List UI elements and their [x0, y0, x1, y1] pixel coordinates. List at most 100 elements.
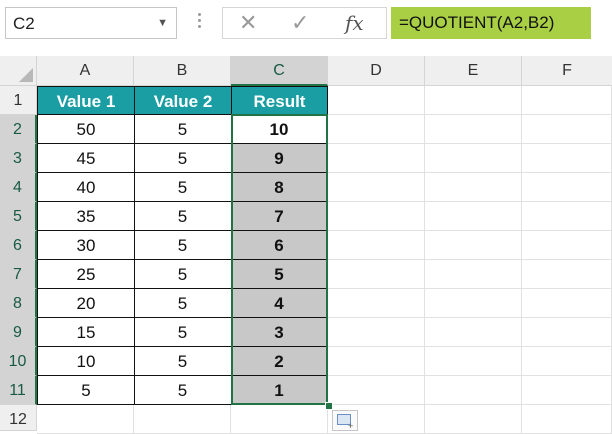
table-cell[interactable]: 5 — [134, 376, 232, 405]
column-header-f[interactable]: F — [522, 56, 612, 86]
empty-cell[interactable] — [522, 144, 612, 173]
empty-cell[interactable] — [522, 202, 612, 231]
quick-analysis-button[interactable]: + — [332, 410, 358, 431]
table-cell[interactable]: 5 — [134, 173, 232, 202]
empty-cell[interactable] — [328, 86, 425, 115]
table-cell[interactable]: 4 — [231, 289, 328, 318]
empty-cell[interactable] — [522, 347, 612, 376]
table-cell[interactable]: 45 — [37, 144, 135, 173]
select-all-button[interactable] — [0, 56, 37, 86]
empty-cell[interactable] — [328, 231, 425, 260]
empty-cell[interactable] — [37, 405, 134, 434]
chevron-down-icon[interactable]: ▼ — [157, 17, 168, 29]
table-cell[interactable]: 35 — [37, 202, 135, 231]
name-box[interactable]: C2 ▼ — [5, 7, 177, 39]
table-cell[interactable]: 5 — [134, 202, 232, 231]
empty-cell[interactable] — [425, 289, 522, 318]
empty-cell[interactable] — [328, 115, 425, 144]
table-cell[interactable]: 1 — [231, 376, 328, 405]
empty-cell[interactable] — [522, 289, 612, 318]
empty-cell[interactable] — [522, 318, 612, 347]
table-cell[interactable]: 5 — [134, 231, 232, 260]
row-header-9[interactable]: 9 — [0, 318, 37, 347]
table-cell[interactable]: 20 — [37, 289, 135, 318]
column-header-a[interactable]: A — [37, 56, 134, 86]
header-cell-value-2[interactable]: Value 2 — [134, 86, 232, 115]
row-header-5[interactable]: 5 — [0, 202, 37, 231]
empty-cell[interactable] — [522, 231, 612, 260]
row-header-10[interactable]: 10 — [0, 347, 37, 376]
empty-cell[interactable] — [425, 318, 522, 347]
row-header-11[interactable]: 11 — [0, 376, 37, 405]
table-cell[interactable]: 10 — [231, 115, 328, 144]
table-cell[interactable]: 10 — [37, 347, 135, 376]
table-cell[interactable]: 2 — [231, 347, 328, 376]
table-cell[interactable]: 5 — [134, 115, 232, 144]
empty-cell[interactable] — [328, 376, 425, 405]
empty-cell[interactable] — [522, 260, 612, 289]
empty-cell[interactable] — [328, 173, 425, 202]
header-cell-result[interactable]: Result — [231, 86, 328, 115]
table-cell[interactable]: 5 — [134, 260, 232, 289]
empty-cell[interactable] — [328, 260, 425, 289]
row-header-1[interactable]: 1 — [0, 86, 37, 115]
empty-cell[interactable] — [328, 347, 425, 376]
column-header-d[interactable]: D — [328, 56, 425, 86]
drag-handle-icon[interactable] — [196, 10, 202, 34]
table-cell[interactable]: 3 — [231, 318, 328, 347]
column-header-e[interactable]: E — [425, 56, 522, 86]
table-cell[interactable]: 5 — [134, 289, 232, 318]
formula-input[interactable]: =QUOTIENT(A2,B2) — [391, 7, 591, 39]
close-icon[interactable]: ✕ — [239, 10, 257, 36]
check-icon[interactable]: ✓ — [291, 10, 309, 36]
table-cell[interactable]: 50 — [37, 115, 135, 144]
table-cell[interactable]: 40 — [37, 173, 135, 202]
name-box-value: C2 — [13, 14, 35, 33]
empty-cell[interactable] — [425, 86, 522, 115]
table-cell[interactable]: 5 — [134, 144, 232, 173]
empty-cell[interactable] — [522, 376, 612, 405]
empty-cell[interactable] — [425, 202, 522, 231]
empty-cell[interactable] — [522, 86, 612, 115]
empty-cell[interactable] — [425, 173, 522, 202]
table-cell[interactable]: 5 — [134, 318, 232, 347]
empty-cell[interactable] — [231, 405, 328, 434]
empty-cell[interactable] — [522, 115, 612, 144]
row-header-12[interactable]: 12 — [0, 405, 37, 431]
row-header-6[interactable]: 6 — [0, 231, 37, 260]
table-cell[interactable]: 15 — [37, 318, 135, 347]
table-cell[interactable]: 5 — [134, 347, 232, 376]
row-header-2[interactable]: 2 — [0, 115, 37, 144]
table-cell[interactable]: 7 — [231, 202, 328, 231]
empty-cell[interactable] — [425, 115, 522, 144]
empty-cell[interactable] — [328, 289, 425, 318]
table-cell[interactable]: 9 — [231, 144, 328, 173]
table-cell[interactable]: 5 — [231, 260, 328, 289]
empty-cell[interactable] — [328, 144, 425, 173]
table-cell[interactable]: 30 — [37, 231, 135, 260]
row-header-8[interactable]: 8 — [0, 289, 37, 318]
row-header-3[interactable]: 3 — [0, 144, 37, 173]
insert-function-button[interactable]: fx — [345, 10, 364, 36]
table-cell[interactable]: 5 — [37, 376, 135, 405]
empty-cell[interactable] — [328, 318, 425, 347]
column-header-b[interactable]: B — [134, 56, 231, 86]
empty-cell[interactable] — [522, 405, 612, 434]
column-header-c[interactable]: C — [231, 56, 328, 86]
table-cell[interactable]: 6 — [231, 231, 328, 260]
empty-cell[interactable] — [425, 144, 522, 173]
empty-cell[interactable] — [522, 173, 612, 202]
table-cell[interactable]: 25 — [37, 260, 135, 289]
empty-cell[interactable] — [425, 260, 522, 289]
header-cell-value-1[interactable]: Value 1 — [37, 86, 135, 115]
row-header-4[interactable]: 4 — [0, 173, 37, 202]
empty-cell[interactable] — [425, 376, 522, 405]
empty-cell[interactable] — [425, 347, 522, 376]
empty-cell[interactable] — [425, 405, 522, 434]
row-header-7[interactable]: 7 — [0, 260, 37, 289]
table-cell[interactable]: 8 — [231, 173, 328, 202]
fill-handle[interactable] — [325, 402, 333, 410]
empty-cell[interactable] — [328, 202, 425, 231]
empty-cell[interactable] — [425, 231, 522, 260]
empty-cell[interactable] — [134, 405, 231, 434]
